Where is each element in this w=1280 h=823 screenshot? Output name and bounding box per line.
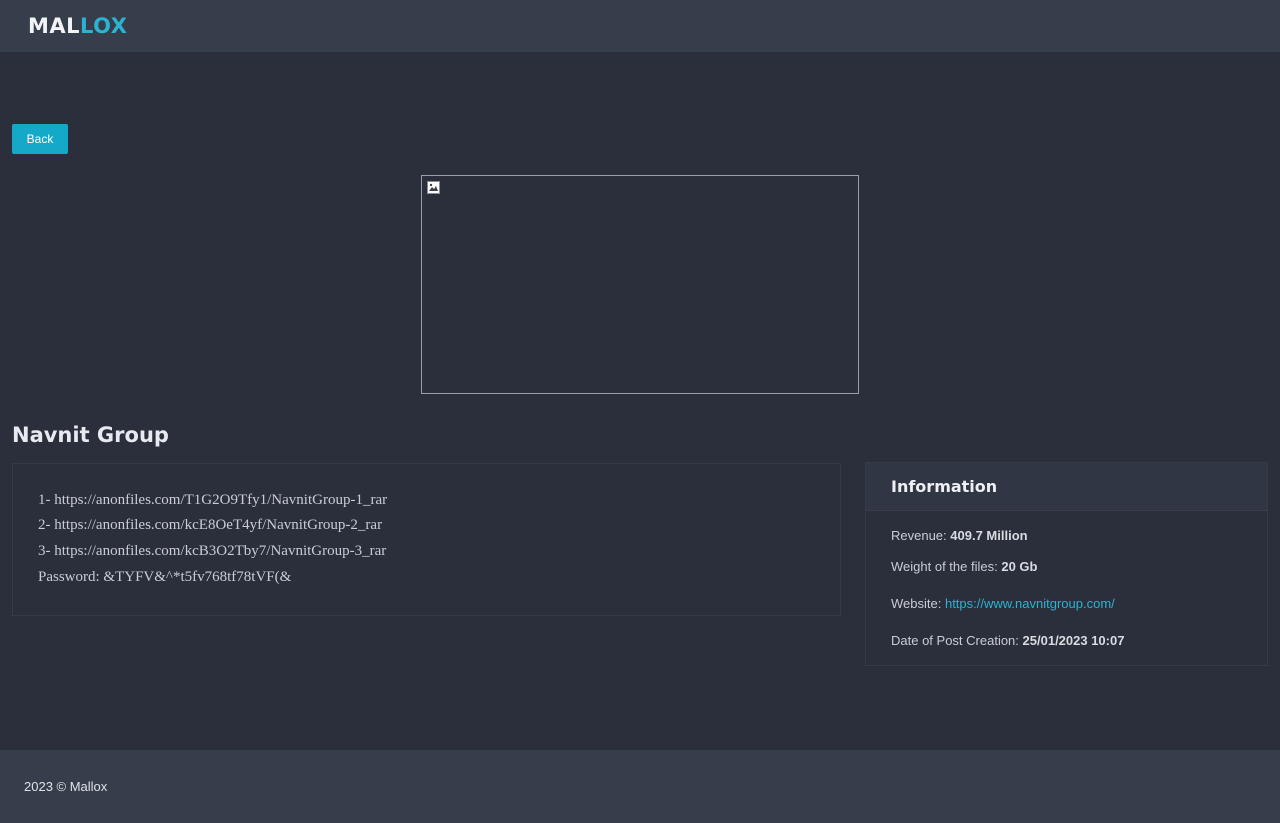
download-link-2: 2- https://anonfiles.com/kcE8OeT4yf/Navn… bbox=[38, 517, 383, 533]
information-card: Information Revenue: 409.7 Million Weigh… bbox=[865, 462, 1268, 666]
top-navbar: MALLOX bbox=[0, 0, 1280, 52]
footer: 2023 © Mallox bbox=[0, 750, 1280, 823]
archive-password: Password: &TYFV&^*t5fv768tf78tVF(& bbox=[38, 569, 292, 585]
website-link[interactable]: https://www.navnitgroup.com/ bbox=[945, 596, 1115, 611]
weight-row: Weight of the files: 20 Gb bbox=[891, 559, 1037, 574]
website-label: Website: bbox=[891, 596, 942, 611]
weight-value: 20 Gb bbox=[1001, 559, 1038, 574]
company-title: Navnit Group bbox=[12, 423, 169, 447]
post-date-row: Date of Post Creation: 25/01/2023 10:07 bbox=[891, 633, 1124, 648]
post-date-value: 25/01/2023 10:07 bbox=[1022, 633, 1125, 648]
download-links-card: 1- https://anonfiles.com/T1G2O9Tfy1/Navn… bbox=[12, 463, 841, 616]
website-row: Website: https://www.navnitgroup.com/ bbox=[891, 596, 1115, 611]
information-title: Information bbox=[891, 477, 998, 496]
site-logo[interactable]: MALLOX bbox=[28, 13, 127, 39]
download-link-3: 3- https://anonfiles.com/kcB3O2Tby7/Navn… bbox=[38, 543, 387, 559]
broken-image-icon bbox=[427, 181, 440, 194]
download-link-1: 1- https://anonfiles.com/T1G2O9Tfy1/Navn… bbox=[38, 492, 388, 508]
post-date-label: Date of Post Creation: bbox=[891, 633, 1019, 648]
logo-part-mal: MAL bbox=[28, 14, 81, 38]
revenue-value: 409.7 Million bbox=[950, 528, 1028, 543]
logo-part-lox: LOX bbox=[80, 14, 128, 38]
footer-copyright: 2023 © Mallox bbox=[24, 779, 108, 794]
back-button[interactable]: Back bbox=[12, 124, 68, 154]
information-header: Information bbox=[866, 463, 1267, 511]
company-image bbox=[421, 175, 859, 394]
weight-label: Weight of the files: bbox=[891, 559, 998, 574]
revenue-label: Revenue: bbox=[891, 528, 947, 543]
revenue-row: Revenue: 409.7 Million bbox=[891, 528, 1028, 543]
